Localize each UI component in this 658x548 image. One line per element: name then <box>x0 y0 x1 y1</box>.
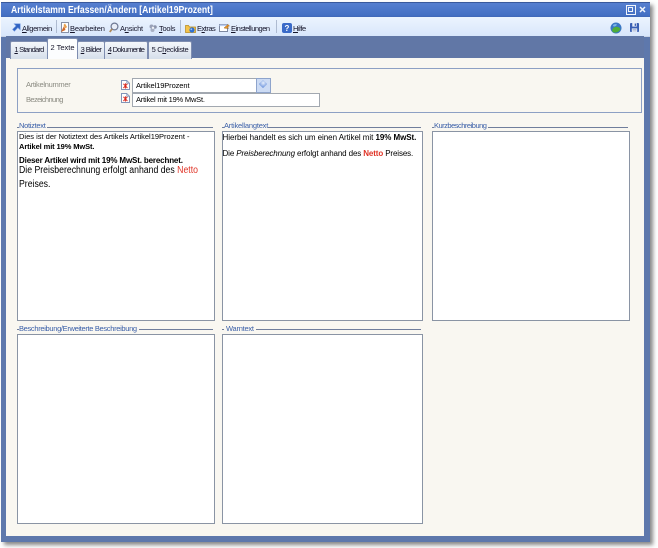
svg-text:?: ? <box>285 24 290 33</box>
